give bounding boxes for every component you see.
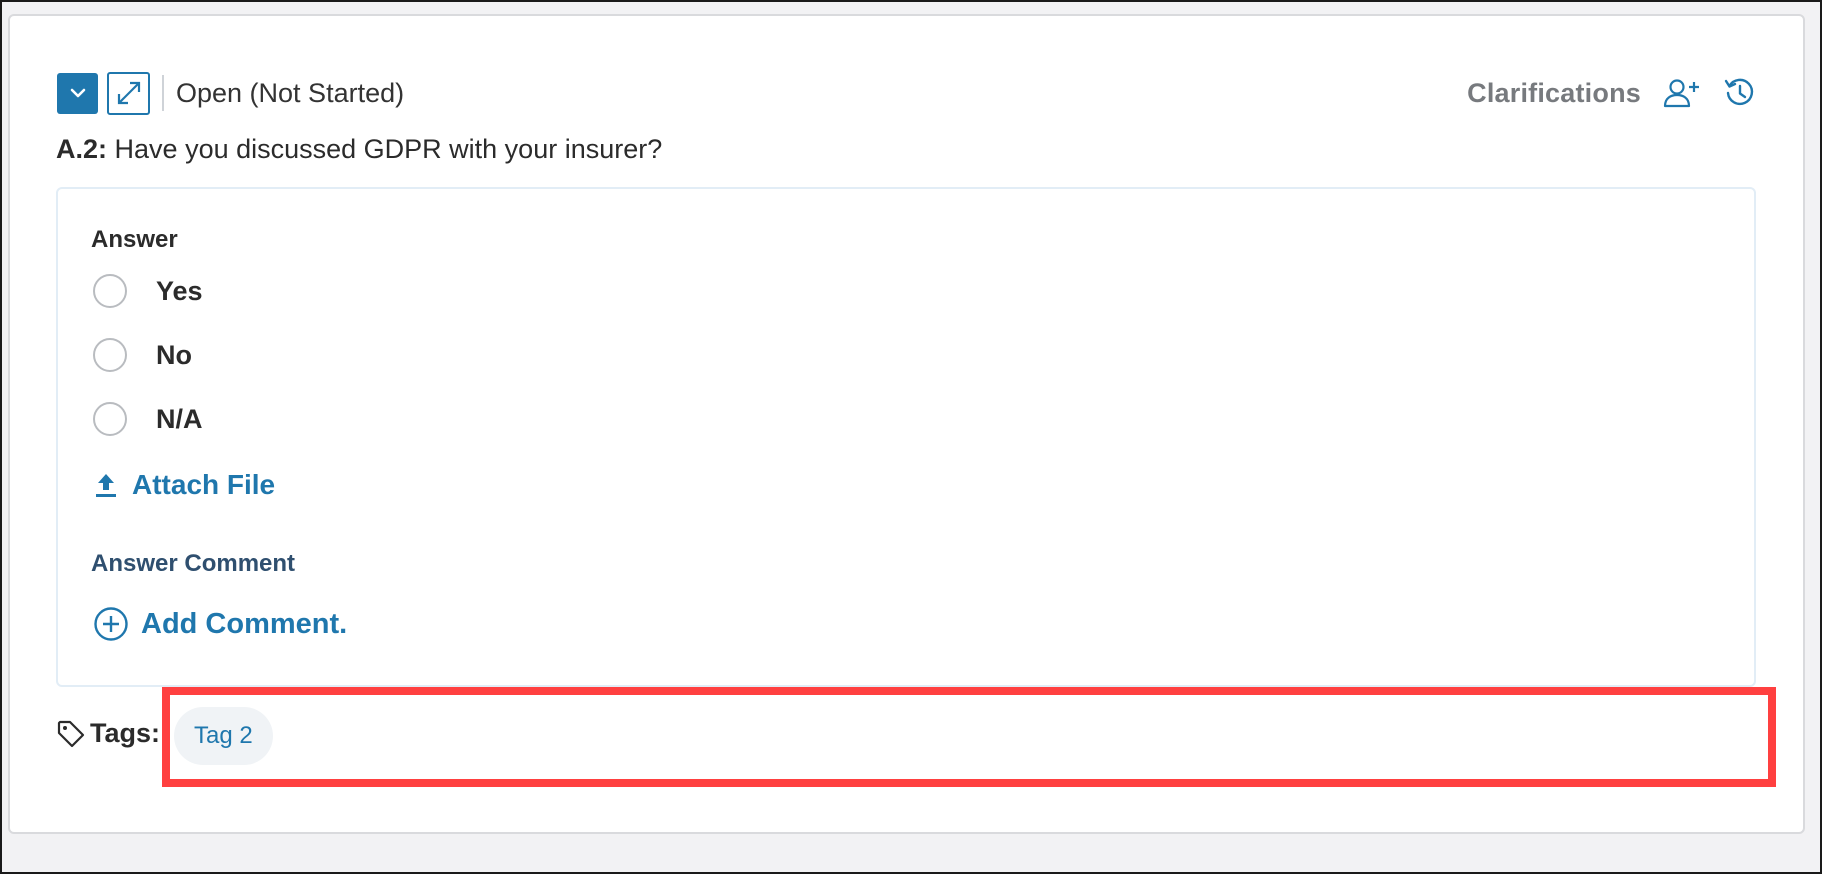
- plus-circle-icon: [94, 607, 128, 641]
- radio-label: Yes: [156, 275, 203, 306]
- radio-button[interactable]: [93, 402, 127, 436]
- add-user-icon: [1663, 79, 1699, 108]
- radio-button[interactable]: [93, 274, 127, 308]
- radio-label: N/A: [156, 403, 203, 434]
- answer-comment-label: Answer Comment: [91, 550, 296, 577]
- question-body: Have you discussed GDPR with your insure…: [114, 134, 663, 164]
- radio-label: No: [156, 339, 192, 370]
- history-icon: [1724, 78, 1754, 106]
- add-user-button[interactable]: [1663, 77, 1701, 109]
- radio-option-yes[interactable]: Yes: [93, 274, 203, 308]
- answer-panel: Answer Yes No N/A Attach File Answer Com…: [56, 187, 1756, 687]
- question-header: Open (Not Started) Clarifications: [57, 69, 1757, 117]
- tag-icon: [57, 720, 85, 747]
- attach-file-label: Attach File: [132, 469, 276, 500]
- question-text: A.2: Have you discussed GDPR with your i…: [56, 134, 662, 165]
- radio-option-na[interactable]: N/A: [93, 402, 203, 436]
- collapse-button[interactable]: [57, 72, 98, 114]
- question-number: A.2:: [56, 134, 108, 164]
- radio-button[interactable]: [93, 338, 127, 372]
- header-actions: Clarifications: [1467, 69, 1757, 117]
- status-label: Open (Not Started): [176, 77, 405, 108]
- tags-label: Tags:: [90, 718, 161, 748]
- tag-chip[interactable]: Tag 2: [174, 707, 273, 765]
- upload-icon: [96, 474, 116, 497]
- attach-file-button[interactable]: Attach File: [94, 469, 275, 501]
- tags-section: Tags:: [56, 718, 160, 749]
- header-divider: [162, 75, 164, 111]
- chevron-down-icon: [70, 88, 85, 98]
- add-comment-button[interactable]: Add Comment.: [93, 606, 347, 642]
- expand-button[interactable]: [107, 71, 150, 115]
- history-button[interactable]: [1723, 76, 1757, 110]
- add-comment-label: Add Comment.: [141, 607, 348, 640]
- answer-label: Answer: [91, 226, 178, 253]
- expand-arrows-icon: [117, 81, 140, 105]
- clarifications-link[interactable]: Clarifications: [1467, 78, 1641, 109]
- radio-option-no[interactable]: No: [93, 338, 192, 372]
